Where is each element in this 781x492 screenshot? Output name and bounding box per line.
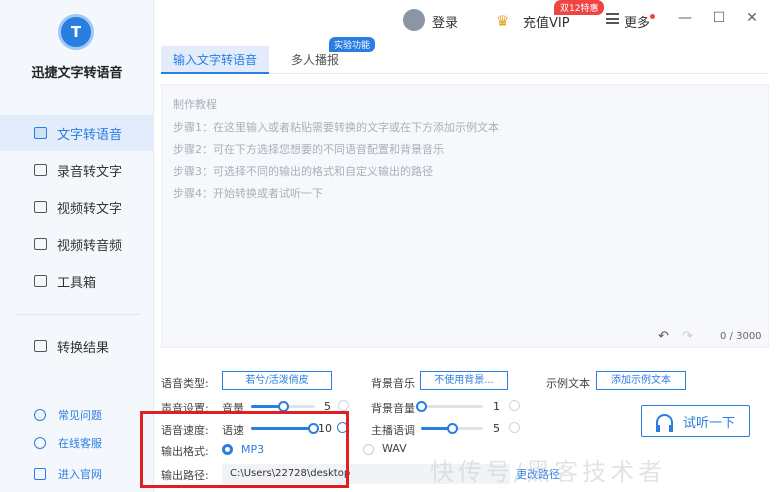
tutorial-title: 制作教程 <box>173 98 217 111</box>
bg-volume-knob[interactable] <box>416 401 427 412</box>
tutorial-step: 步骤1：在这里输入或者粘贴需要转换的文字或在下方添加示例文本 <box>173 121 499 134</box>
maximize-icon[interactable]: ☐ <box>710 9 728 27</box>
sidebar-item-label: 文字转语音 <box>57 127 123 143</box>
pitch-knob[interactable] <box>447 423 458 434</box>
sidebar-item-label: 转换结果 <box>57 340 110 356</box>
text-to-speech-icon <box>34 127 47 139</box>
headset-icon <box>34 437 46 449</box>
video-to-audio-icon <box>34 238 47 250</box>
voice-type-select[interactable]: 若兮/活泼俏皮 <box>222 371 332 390</box>
sidebar-divider <box>16 314 140 315</box>
tab-text-to-speech[interactable]: 输入文字转语音 <box>161 46 270 74</box>
sidebar-footer-faq[interactable]: 常见问题 <box>0 404 154 426</box>
vip-promo-badge: 双12特惠 <box>554 0 605 15</box>
text-input-area[interactable]: 制作教程 步骤1：在这里输入或者粘贴需要转换的文字或在下方添加示例文本 步骤2：… <box>161 84 769 348</box>
help-icon <box>34 409 46 421</box>
minimize-icon[interactable]: — <box>676 9 694 27</box>
sidebar-item-results[interactable]: 转换结果 <box>0 328 154 364</box>
tutorial-step: 步骤3：可选择不同的输出的格式和自定义输出的路径 <box>173 165 433 178</box>
sidebar-item-text-to-speech[interactable]: 文字转语音 <box>0 115 154 151</box>
sidebar-item-video-to-text[interactable]: 视频转文字 <box>0 189 154 225</box>
experimental-badge: 实验功能 <box>329 37 376 52</box>
pitch-reset-icon[interactable] <box>509 422 520 433</box>
footer-label: 在线客服 <box>58 437 102 450</box>
app-name: 迅捷文字转语音 <box>31 66 123 81</box>
pitch-label: 主播语调 <box>371 424 415 437</box>
sidebar-item-label: 工具箱 <box>57 275 97 291</box>
sidebar: 迅捷文字转语音 文字转语音 录音转文字 视频转文字 视频转音频 工具箱 转换结果… <box>0 0 154 492</box>
footer-label: 进入官网 <box>58 468 102 481</box>
sidebar-item-toolbox[interactable]: 工具箱 <box>0 263 154 299</box>
more-button[interactable]: 更多 <box>624 12 650 31</box>
sidebar-item-label: 视频转音频 <box>57 238 123 254</box>
sidebar-item-label: 视频转文字 <box>57 201 123 217</box>
recording-to-text-icon <box>34 164 47 176</box>
sidebar-item-label: 录音转文字 <box>57 164 123 180</box>
redo-icon[interactable]: ↷ <box>682 329 693 344</box>
monitor-icon <box>34 468 46 480</box>
format-wav-radio[interactable] <box>363 444 374 455</box>
format-wav-label: WAV <box>382 442 407 455</box>
sidebar-footer-support[interactable]: 在线客服 <box>0 432 154 454</box>
user-avatar-icon[interactable] <box>403 9 425 31</box>
bg-volume-label: 背景音量 <box>371 402 415 415</box>
bg-volume-slider[interactable] <box>416 401 483 412</box>
login-button[interactable]: 登录 <box>432 12 458 31</box>
volume-reset-icon[interactable] <box>338 400 349 411</box>
bg-volume-value: 1 <box>493 400 500 413</box>
tab-bar: 输入文字转语音 多人播报 <box>161 46 769 74</box>
listen-button[interactable]: 试听一下 <box>641 405 750 437</box>
sidebar-footer-website[interactable]: 进入官网 <box>0 463 154 485</box>
menu-icon[interactable] <box>606 13 619 24</box>
speed-setting-highlight <box>140 411 349 488</box>
video-to-text-icon <box>34 201 47 213</box>
volume-slider[interactable] <box>251 401 315 412</box>
watermark: 快传号/黑客技术者 <box>430 458 667 486</box>
undo-icon[interactable]: ↶ <box>658 329 669 344</box>
character-counter: 0 / 3000 <box>720 331 762 342</box>
add-sample-text-button[interactable]: 添加示例文本 <box>596 371 686 390</box>
crown-icon: ♛ <box>496 12 510 30</box>
listen-button-label: 试听一下 <box>683 415 736 431</box>
pitch-value: 5 <box>493 422 500 435</box>
bg-volume-reset-icon[interactable] <box>509 400 520 411</box>
top-bar: 登录 ♛ 充值VIP 双12特惠 更多 — ☐ ✕ <box>154 0 781 42</box>
close-icon[interactable]: ✕ <box>743 9 761 27</box>
pitch-slider[interactable] <box>421 423 483 434</box>
notification-dot <box>650 14 655 19</box>
bgm-label: 背景音乐 <box>371 377 415 390</box>
headphones-icon <box>656 414 673 432</box>
results-icon <box>34 340 47 352</box>
sidebar-item-recording-to-text[interactable]: 录音转文字 <box>0 152 154 188</box>
tutorial-step: 步骤2：可在下方选择您想要的不同语音配置和背景音乐 <box>173 143 444 156</box>
tutorial-step: 步骤4：开始转换或者试听一下 <box>173 187 323 200</box>
toolbox-icon <box>34 275 47 287</box>
voice-type-label: 语音类型: <box>161 377 209 390</box>
sample-text-label: 示例文本 <box>546 377 590 390</box>
sidebar-item-video-to-audio[interactable]: 视频转音频 <box>0 226 154 262</box>
app-logo-icon <box>58 14 94 50</box>
footer-label: 常见问题 <box>58 409 102 422</box>
bgm-select[interactable]: 不使用背景... <box>420 371 508 390</box>
